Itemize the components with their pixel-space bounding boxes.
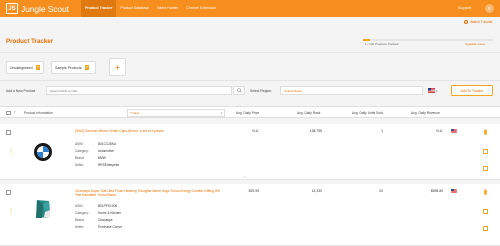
product-thumbnail[interactable] (32, 141, 54, 163)
avg-daily-price: $29.99 (248, 189, 259, 193)
seller-label: Seller: (75, 225, 85, 229)
expand-chevron-icon[interactable]: ⌄ (243, 173, 246, 178)
search-button[interactable] (233, 86, 245, 95)
category-tab-label: Sample Products (55, 65, 82, 70)
add-to-tracker-button[interactable]: Add To Tracker (451, 85, 493, 96)
asin-value: B01CC28KA (98, 142, 117, 146)
select-all-checkbox[interactable] (6, 110, 11, 115)
search-icon (236, 88, 242, 93)
seller-value: RRSEnterprise (98, 163, 120, 167)
divider (0, 80, 500, 81)
header-avg-daily-revenue[interactable]: Avg. Daily Revenue (411, 107, 440, 119)
avg-daily-revenue: $598.80 (430, 189, 443, 193)
product-thumbnail[interactable] (32, 198, 54, 220)
chevron-down-icon: ▾ (220, 111, 222, 115)
nav-product-tracker[interactable]: Product Tracker (81, 0, 117, 17)
flag-select[interactable]: ▾ (428, 87, 440, 94)
avg-daily-units: 20 (379, 189, 383, 193)
avg-daily-price: N.A. (252, 129, 259, 133)
avg-daily-rank: 138,795 (309, 129, 322, 133)
support-link[interactable]: Support (458, 0, 471, 17)
category-label: Category: (75, 149, 89, 153)
tracked-progress-bar (363, 39, 493, 41)
category-value: Home & Kitchen (98, 211, 122, 215)
brand-value: BMW (98, 156, 106, 160)
category-count-badge: 2 (35, 65, 41, 70)
header-product-information: Product Information (24, 111, 53, 115)
brand-label: Brand: (75, 156, 85, 160)
main-nav: Product Tracker Product Database Niche H… (81, 0, 220, 17)
us-flag-icon (451, 189, 457, 193)
avg-daily-revenue: N.A. (436, 129, 443, 133)
product-title-link[interactable]: Chanasya Super Soft Ultra Plush Heading … (75, 189, 225, 198)
days-select[interactable]: 7 Days ▾ (127, 109, 225, 117)
category-tab-label: Uncategorized (10, 65, 33, 70)
row-menu-icon[interactable]: ⋮ (8, 209, 14, 215)
region-label: Select Region: (250, 89, 273, 93)
avg-daily-rank: 14,330 (311, 189, 322, 193)
table-header: ▾ Product Information 7 Days ▾ Avg. Dail… (0, 106, 500, 118)
header-avg-daily-price[interactable]: Avg. Daily Price (236, 107, 259, 119)
category-tab-sample-products[interactable]: Sample Products 2 (51, 61, 96, 74)
nav-product-database[interactable]: Product Database (116, 0, 153, 17)
logo-text: Jungle Scout (21, 3, 69, 14)
header-avg-daily-rank[interactable]: Avg. Daily Rank (297, 107, 320, 119)
bmw-logo-image (34, 143, 52, 161)
teal-throw-blanket-image (36, 200, 50, 218)
trash-icon[interactable] (483, 189, 488, 195)
chevron-down-icon: ▾ (436, 88, 438, 93)
calendar-icon[interactable] (483, 226, 488, 231)
category-count-badge: 2 (84, 65, 90, 70)
play-icon (464, 20, 468, 24)
region-select[interactable]: United States (280, 86, 423, 95)
avg-daily-units: 1 (381, 129, 383, 133)
asin-label: ASIN: (75, 142, 84, 146)
days-select-value: 7 Days (130, 111, 140, 115)
add-category-button[interactable]: + (109, 58, 126, 76)
watch-tutorial-link[interactable]: Watch Tutorial (470, 20, 492, 24)
category-label: Category: (75, 211, 89, 215)
category-tab-uncategorized[interactable]: Uncategorized 2 (6, 61, 44, 74)
seller-label: Seller: (75, 163, 85, 167)
top-nav-bar: JS Jungle Scout Product Tracker Product … (0, 0, 500, 17)
add-product-input[interactable] (46, 86, 232, 95)
hamburger-menu-icon[interactable]: ≡ (485, 4, 494, 13)
trash-icon[interactable] (483, 129, 488, 135)
table-row: ⋮ (Set4) Genuine Wheel Center Caps 68 mm… (0, 124, 500, 180)
us-flag-icon (451, 129, 457, 133)
tracked-progress-fill (363, 39, 370, 41)
asin-label: ASIN: (75, 204, 84, 208)
category-value: Automotive (98, 149, 114, 153)
add-product-label: Add a New Product (6, 89, 36, 93)
tracked-count: 1 / 140 Products Tracked (365, 42, 399, 46)
row-checkbox[interactable] (6, 130, 11, 135)
upgrade-link[interactable]: Upgrade now ▸ (465, 42, 485, 46)
logo-mark: JS (6, 3, 18, 14)
nav-chrome-extension[interactable]: Chrome Extension (182, 0, 220, 17)
brand-value: Chanasya (98, 218, 113, 222)
seller-value: Purchase Corner (98, 225, 123, 229)
notes-icon[interactable] (483, 209, 488, 214)
logo[interactable]: JS Jungle Scout (6, 3, 69, 14)
table-row: ⋮ Chanasya Super Soft Ultra Plush Headin… (0, 184, 500, 246)
row-menu-icon[interactable]: ⋮ (8, 149, 14, 155)
asin-value: B01PPX1006 (98, 204, 118, 208)
us-flag-icon (428, 88, 435, 93)
chevron-down-icon[interactable]: ▾ (14, 110, 16, 114)
brand-label: Brand: (75, 218, 85, 222)
notes-icon[interactable] (483, 149, 488, 154)
nav-niche-hunter[interactable]: Niche Hunter (153, 0, 182, 17)
divider (0, 52, 500, 53)
row-checkbox[interactable] (6, 190, 11, 195)
page-title: Product Tracker (6, 38, 54, 45)
calendar-icon[interactable] (483, 166, 488, 171)
product-title-link[interactable]: (Set4) Genuine Wheel Center Caps 68 mm, … (75, 129, 225, 133)
header-avg-daily-units[interactable]: Avg. Daily Units Sold (352, 107, 383, 119)
